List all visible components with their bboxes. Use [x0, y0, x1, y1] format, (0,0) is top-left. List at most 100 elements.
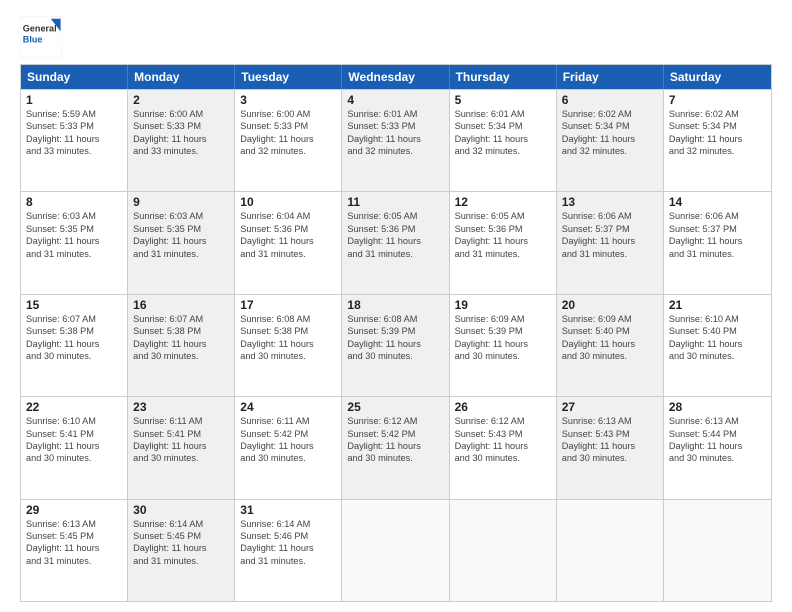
cell-content: Sunrise: 6:03 AMSunset: 5:35 PMDaylight:…	[26, 210, 122, 260]
cell-content: Sunrise: 6:10 AMSunset: 5:41 PMDaylight:…	[26, 415, 122, 465]
cell-content: Sunrise: 6:08 AMSunset: 5:39 PMDaylight:…	[347, 313, 443, 363]
calendar-header-cell: Monday	[128, 65, 235, 89]
calendar-cell: 9Sunrise: 6:03 AMSunset: 5:35 PMDaylight…	[128, 192, 235, 293]
cell-content: Sunrise: 6:00 AMSunset: 5:33 PMDaylight:…	[133, 108, 229, 158]
calendar-header-row: SundayMondayTuesdayWednesdayThursdayFrid…	[21, 65, 771, 89]
day-number: 25	[347, 400, 443, 414]
calendar-cell: 23Sunrise: 6:11 AMSunset: 5:41 PMDayligh…	[128, 397, 235, 498]
cell-content: Sunrise: 6:12 AMSunset: 5:42 PMDaylight:…	[347, 415, 443, 465]
day-number: 30	[133, 503, 229, 517]
calendar-cell: 4Sunrise: 6:01 AMSunset: 5:33 PMDaylight…	[342, 90, 449, 191]
calendar-cell: 27Sunrise: 6:13 AMSunset: 5:43 PMDayligh…	[557, 397, 664, 498]
cell-content: Sunrise: 6:00 AMSunset: 5:33 PMDaylight:…	[240, 108, 336, 158]
day-number: 1	[26, 93, 122, 107]
calendar-week: 1Sunrise: 5:59 AMSunset: 5:33 PMDaylight…	[21, 89, 771, 191]
day-number: 20	[562, 298, 658, 312]
calendar-cell-empty	[557, 500, 664, 601]
calendar-cell: 1Sunrise: 5:59 AMSunset: 5:33 PMDaylight…	[21, 90, 128, 191]
calendar: SundayMondayTuesdayWednesdayThursdayFrid…	[20, 64, 772, 602]
cell-content: Sunrise: 6:06 AMSunset: 5:37 PMDaylight:…	[669, 210, 766, 260]
day-number: 12	[455, 195, 551, 209]
calendar-cell: 24Sunrise: 6:11 AMSunset: 5:42 PMDayligh…	[235, 397, 342, 498]
day-number: 29	[26, 503, 122, 517]
day-number: 16	[133, 298, 229, 312]
day-number: 23	[133, 400, 229, 414]
day-number: 31	[240, 503, 336, 517]
cell-content: Sunrise: 6:08 AMSunset: 5:38 PMDaylight:…	[240, 313, 336, 363]
calendar-cell: 10Sunrise: 6:04 AMSunset: 5:36 PMDayligh…	[235, 192, 342, 293]
calendar-cell: 31Sunrise: 6:14 AMSunset: 5:46 PMDayligh…	[235, 500, 342, 601]
day-number: 13	[562, 195, 658, 209]
calendar-cell: 22Sunrise: 6:10 AMSunset: 5:41 PMDayligh…	[21, 397, 128, 498]
cell-content: Sunrise: 6:03 AMSunset: 5:35 PMDaylight:…	[133, 210, 229, 260]
day-number: 26	[455, 400, 551, 414]
cell-content: Sunrise: 6:02 AMSunset: 5:34 PMDaylight:…	[669, 108, 766, 158]
calendar-cell-empty	[342, 500, 449, 601]
calendar-cell: 20Sunrise: 6:09 AMSunset: 5:40 PMDayligh…	[557, 295, 664, 396]
calendar-header-cell: Wednesday	[342, 65, 449, 89]
cell-content: Sunrise: 6:01 AMSunset: 5:34 PMDaylight:…	[455, 108, 551, 158]
day-number: 4	[347, 93, 443, 107]
calendar-header-cell: Sunday	[21, 65, 128, 89]
cell-content: Sunrise: 6:09 AMSunset: 5:40 PMDaylight:…	[562, 313, 658, 363]
calendar-header-cell: Saturday	[664, 65, 771, 89]
logo-svg: General Blue	[20, 16, 62, 58]
day-number: 6	[562, 93, 658, 107]
calendar-cell-empty	[664, 500, 771, 601]
calendar-cell: 12Sunrise: 6:05 AMSunset: 5:36 PMDayligh…	[450, 192, 557, 293]
day-number: 5	[455, 93, 551, 107]
svg-text:General: General	[23, 23, 57, 33]
cell-content: Sunrise: 6:07 AMSunset: 5:38 PMDaylight:…	[133, 313, 229, 363]
calendar-week: 15Sunrise: 6:07 AMSunset: 5:38 PMDayligh…	[21, 294, 771, 396]
cell-content: Sunrise: 6:13 AMSunset: 5:43 PMDaylight:…	[562, 415, 658, 465]
calendar-cell: 8Sunrise: 6:03 AMSunset: 5:35 PMDaylight…	[21, 192, 128, 293]
day-number: 15	[26, 298, 122, 312]
calendar-header-cell: Friday	[557, 65, 664, 89]
day-number: 22	[26, 400, 122, 414]
cell-content: Sunrise: 6:11 AMSunset: 5:41 PMDaylight:…	[133, 415, 229, 465]
svg-text:Blue: Blue	[23, 35, 43, 45]
cell-content: Sunrise: 6:04 AMSunset: 5:36 PMDaylight:…	[240, 210, 336, 260]
cell-content: Sunrise: 6:11 AMSunset: 5:42 PMDaylight:…	[240, 415, 336, 465]
calendar-cell: 25Sunrise: 6:12 AMSunset: 5:42 PMDayligh…	[342, 397, 449, 498]
calendar-cell: 5Sunrise: 6:01 AMSunset: 5:34 PMDaylight…	[450, 90, 557, 191]
cell-content: Sunrise: 5:59 AMSunset: 5:33 PMDaylight:…	[26, 108, 122, 158]
page-header: General Blue	[20, 16, 772, 58]
calendar-week: 22Sunrise: 6:10 AMSunset: 5:41 PMDayligh…	[21, 396, 771, 498]
day-number: 27	[562, 400, 658, 414]
calendar-cell: 14Sunrise: 6:06 AMSunset: 5:37 PMDayligh…	[664, 192, 771, 293]
day-number: 19	[455, 298, 551, 312]
cell-content: Sunrise: 6:07 AMSunset: 5:38 PMDaylight:…	[26, 313, 122, 363]
calendar-header-cell: Thursday	[450, 65, 557, 89]
calendar-cell: 17Sunrise: 6:08 AMSunset: 5:38 PMDayligh…	[235, 295, 342, 396]
calendar-cell: 18Sunrise: 6:08 AMSunset: 5:39 PMDayligh…	[342, 295, 449, 396]
cell-content: Sunrise: 6:05 AMSunset: 5:36 PMDaylight:…	[347, 210, 443, 260]
calendar-cell: 30Sunrise: 6:14 AMSunset: 5:45 PMDayligh…	[128, 500, 235, 601]
calendar-cell: 7Sunrise: 6:02 AMSunset: 5:34 PMDaylight…	[664, 90, 771, 191]
cell-content: Sunrise: 6:06 AMSunset: 5:37 PMDaylight:…	[562, 210, 658, 260]
day-number: 7	[669, 93, 766, 107]
cell-content: Sunrise: 6:13 AMSunset: 5:45 PMDaylight:…	[26, 518, 122, 568]
day-number: 28	[669, 400, 766, 414]
day-number: 8	[26, 195, 122, 209]
day-number: 10	[240, 195, 336, 209]
calendar-cell: 13Sunrise: 6:06 AMSunset: 5:37 PMDayligh…	[557, 192, 664, 293]
cell-content: Sunrise: 6:05 AMSunset: 5:36 PMDaylight:…	[455, 210, 551, 260]
day-number: 17	[240, 298, 336, 312]
calendar-cell-empty	[450, 500, 557, 601]
calendar-cell: 6Sunrise: 6:02 AMSunset: 5:34 PMDaylight…	[557, 90, 664, 191]
cell-content: Sunrise: 6:12 AMSunset: 5:43 PMDaylight:…	[455, 415, 551, 465]
calendar-page: General Blue SundayMondayTuesdayWednesda…	[0, 0, 792, 612]
calendar-cell: 19Sunrise: 6:09 AMSunset: 5:39 PMDayligh…	[450, 295, 557, 396]
day-number: 21	[669, 298, 766, 312]
calendar-header-cell: Tuesday	[235, 65, 342, 89]
day-number: 9	[133, 195, 229, 209]
cell-content: Sunrise: 6:10 AMSunset: 5:40 PMDaylight:…	[669, 313, 766, 363]
cell-content: Sunrise: 6:14 AMSunset: 5:46 PMDaylight:…	[240, 518, 336, 568]
day-number: 3	[240, 93, 336, 107]
calendar-cell: 28Sunrise: 6:13 AMSunset: 5:44 PMDayligh…	[664, 397, 771, 498]
cell-content: Sunrise: 6:13 AMSunset: 5:44 PMDaylight:…	[669, 415, 766, 465]
calendar-body: 1Sunrise: 5:59 AMSunset: 5:33 PMDaylight…	[21, 89, 771, 601]
cell-content: Sunrise: 6:14 AMSunset: 5:45 PMDaylight:…	[133, 518, 229, 568]
day-number: 18	[347, 298, 443, 312]
